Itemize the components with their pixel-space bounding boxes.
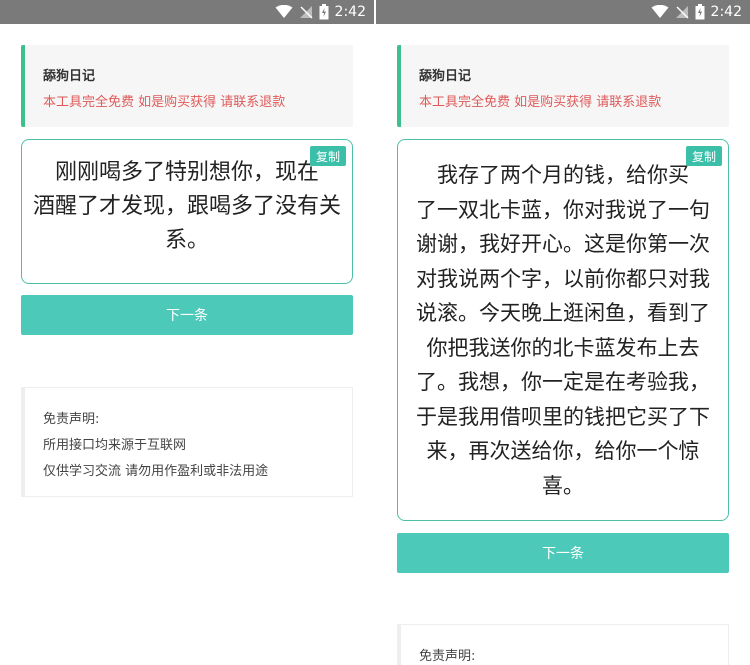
disclaimer-line: 仅供学习交流 请勿用作盈利或非法用途 xyxy=(43,464,269,479)
quote-line: 说滚。今天晚上逛闲鱼，看到了 xyxy=(416,301,710,325)
quote-line: 来，再次送给你，给你一个惊 xyxy=(426,439,700,463)
status-bar: 2:42 xyxy=(376,0,750,24)
disclaimer-title: 免责声明: xyxy=(43,412,100,427)
quote-text: 刚刚喝多了特别想你，现在 酒醒了才发现，跟喝多了没有关 系。 xyxy=(28,156,346,258)
status-bar: 2:42 xyxy=(0,0,374,24)
free-notice: 本工具完全免费 如是购买获得 请联系退款 xyxy=(43,95,286,110)
app-title: 舔狗日记 xyxy=(43,69,96,84)
no-signal-icon xyxy=(299,5,313,19)
copy-button[interactable]: 复制 xyxy=(686,146,722,166)
phone-screen-left: 2:42 舔狗日记 本工具完全免费 如是购买获得 请联系退款 刚刚喝多了特别想你… xyxy=(0,0,374,665)
disclaimer-card: 免责声明: 所用接口均来源于互联网 仅供学习交流 请勿用作盈利或非法用途 xyxy=(21,387,353,497)
battery-charging-icon xyxy=(695,4,705,20)
quote-box: 刚刚喝多了特别想你，现在 酒醒了才发现，跟喝多了没有关 系。 复制 xyxy=(21,139,353,284)
quote-box: 我存了两个月的钱，给你买 了一双北卡蓝，你对我说了一句 谢谢，我好开心。这是你第… xyxy=(397,139,729,521)
status-time: 2:42 xyxy=(710,4,742,20)
quote-line: 刚刚喝多了特别想你，现在 xyxy=(54,160,319,185)
quote-text: 我存了两个月的钱，给你买 了一双北卡蓝，你对我说了一句 谢谢，我好开心。这是你第… xyxy=(404,158,722,503)
disclaimer-line: 所用接口均来源于互联网 xyxy=(43,438,187,453)
info-card: 舔狗日记 本工具完全免费 如是购买获得 请联系退款 xyxy=(21,45,353,127)
disclaimer-title: 免责声明: xyxy=(419,649,476,664)
free-notice: 本工具完全免费 如是购买获得 请联系退款 xyxy=(419,95,662,110)
quote-line: 了。我想，你一定是在考验我， xyxy=(416,370,710,394)
quote-line: 酒醒了才发现，跟喝多了没有关 xyxy=(32,194,341,219)
wifi-icon xyxy=(275,5,293,19)
phone-screen-right: 2:42 舔狗日记 本工具完全免费 如是购买获得 请联系退款 我存了两个月的钱，… xyxy=(376,0,750,665)
status-time: 2:42 xyxy=(334,4,366,20)
quote-line: 我存了两个月的钱，给你买 xyxy=(437,163,689,187)
app-title: 舔狗日记 xyxy=(419,69,472,84)
quote-line: 于是我用借呗里的钱把它买了下 xyxy=(416,404,710,429)
wifi-icon xyxy=(651,5,669,19)
quote-line: 系。 xyxy=(164,228,209,253)
quote-line: 谢谢，我好开心。这是你第一次 xyxy=(416,232,710,256)
quote-line: 对我说两个字，以前你都只对我 xyxy=(416,266,710,291)
next-button[interactable]: 下一条 xyxy=(21,295,353,335)
no-signal-icon xyxy=(675,5,689,19)
copy-button[interactable]: 复制 xyxy=(310,146,346,166)
quote-line: 喜。 xyxy=(542,473,584,498)
info-card: 舔狗日记 本工具完全免费 如是购买获得 请联系退款 xyxy=(397,45,729,127)
next-button[interactable]: 下一条 xyxy=(397,533,729,573)
quote-line: 了一双北卡蓝，你对我说了一句 xyxy=(416,197,710,222)
quote-line: 你把我送你的北卡蓝发布上去 xyxy=(426,335,700,360)
disclaimer-card: 免责声明: xyxy=(397,624,729,665)
battery-charging-icon xyxy=(319,4,329,20)
